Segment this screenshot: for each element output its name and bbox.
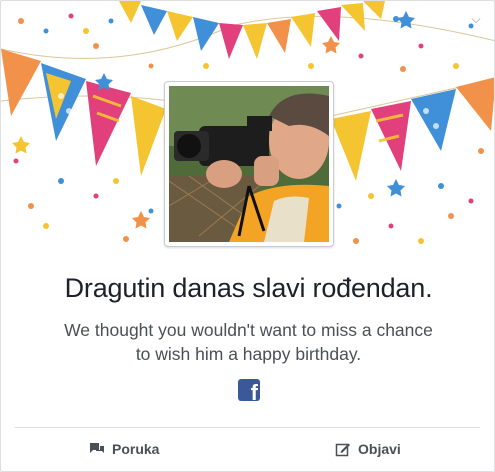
birthday-subtext: We thought you wouldn't want to miss a c… xyxy=(64,320,433,364)
post-button[interactable]: Objavi xyxy=(335,429,401,469)
message-button[interactable]: Poruka xyxy=(89,429,159,469)
message-button-label: Poruka xyxy=(112,441,160,457)
chevron-down-icon[interactable]: ⌵ xyxy=(468,11,484,27)
facebook-f-glyph: f xyxy=(250,380,258,405)
action-divider xyxy=(15,427,480,428)
pencil-square-icon xyxy=(335,443,350,457)
birthday-headline: Dragutin danas slavi rođendan. xyxy=(64,273,433,303)
person-with-camera-photo xyxy=(169,86,329,242)
profile-photo[interactable] xyxy=(164,81,334,247)
birthday-card: ⌵ Dragutin danas slavi rođendan. We thou… xyxy=(0,0,495,472)
post-button-label: Objavi xyxy=(358,441,401,457)
facebook-f-icon: f xyxy=(238,379,260,405)
chat-bubbles-icon xyxy=(90,443,104,453)
